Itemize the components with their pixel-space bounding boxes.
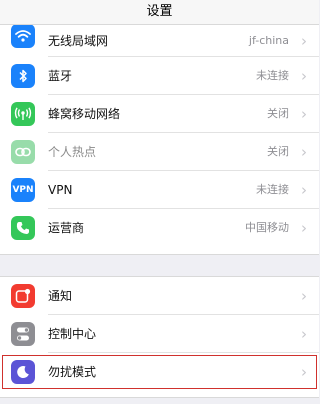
chevron-right-icon: › (301, 287, 307, 305)
system-settings-group: 通知 › 控制中心 › 勿扰模式 › (0, 276, 319, 398)
chevron-right-icon: › (301, 181, 307, 199)
moon-icon (11, 360, 35, 384)
carrier-value: 中国移动 (245, 221, 289, 234)
chevron-right-icon: › (301, 325, 307, 343)
chevron-right-icon: › (301, 143, 307, 161)
control-center-icon (11, 322, 35, 346)
wifi-label: 无线局域网 (48, 34, 109, 48)
page-title: 设置 (146, 4, 173, 19)
hotspot-value: 关闭 (267, 145, 289, 158)
chevron-right-icon: › (301, 219, 307, 237)
notifications-row[interactable]: 通知 › (0, 277, 319, 315)
hotspot-label: 个人热点 (48, 145, 97, 159)
cellular-row[interactable]: 蜂窝移动网络 关闭 › (0, 95, 319, 133)
bluetooth-icon (11, 64, 35, 88)
bluetooth-row[interactable]: 蓝牙 未连接 › (0, 57, 319, 95)
chevron-right-icon: › (301, 105, 307, 123)
do-not-disturb-row[interactable]: 勿扰模式 › (0, 353, 319, 391)
carrier-row[interactable]: 运营商 中国移动 › (0, 209, 319, 247)
notifications-label: 通知 (48, 289, 73, 303)
cellular-icon (11, 102, 35, 126)
do-not-disturb-label: 勿扰模式 (48, 365, 97, 379)
chevron-right-icon: › (301, 67, 307, 85)
vpn-icon: VPN (11, 178, 35, 202)
notifications-icon (11, 284, 35, 308)
chevron-right-icon: › (301, 32, 307, 50)
hotspot-row[interactable]: 个人热点 关闭 › (0, 133, 319, 171)
vpn-value: 未连接 (256, 183, 289, 196)
control-center-row[interactable]: 控制中心 › (0, 315, 319, 353)
bluetooth-value: 未连接 (256, 69, 289, 82)
chevron-right-icon: › (301, 363, 307, 381)
wifi-icon (11, 24, 35, 48)
cellular-label: 蜂窝移动网络 (48, 107, 121, 121)
carrier-label: 运营商 (48, 221, 85, 235)
phone-icon (11, 216, 35, 240)
cellular-value: 关闭 (267, 107, 289, 120)
nav-bar: 设置 (0, 0, 319, 25)
wifi-row[interactable]: 无线局域网 jf-china › (0, 21, 319, 57)
vpn-label: VPN (48, 183, 73, 197)
control-center-label: 控制中心 (48, 327, 97, 341)
vpn-row[interactable]: VPN VPN 未连接 › (0, 171, 319, 209)
wifi-value: jf-china (248, 34, 289, 47)
bluetooth-label: 蓝牙 (48, 69, 73, 83)
network-settings-group: 无线局域网 jf-china › 蓝牙 未连接 › 蜂窝移动网络 关闭 › 个人… (0, 20, 319, 255)
hotspot-icon (11, 140, 35, 164)
